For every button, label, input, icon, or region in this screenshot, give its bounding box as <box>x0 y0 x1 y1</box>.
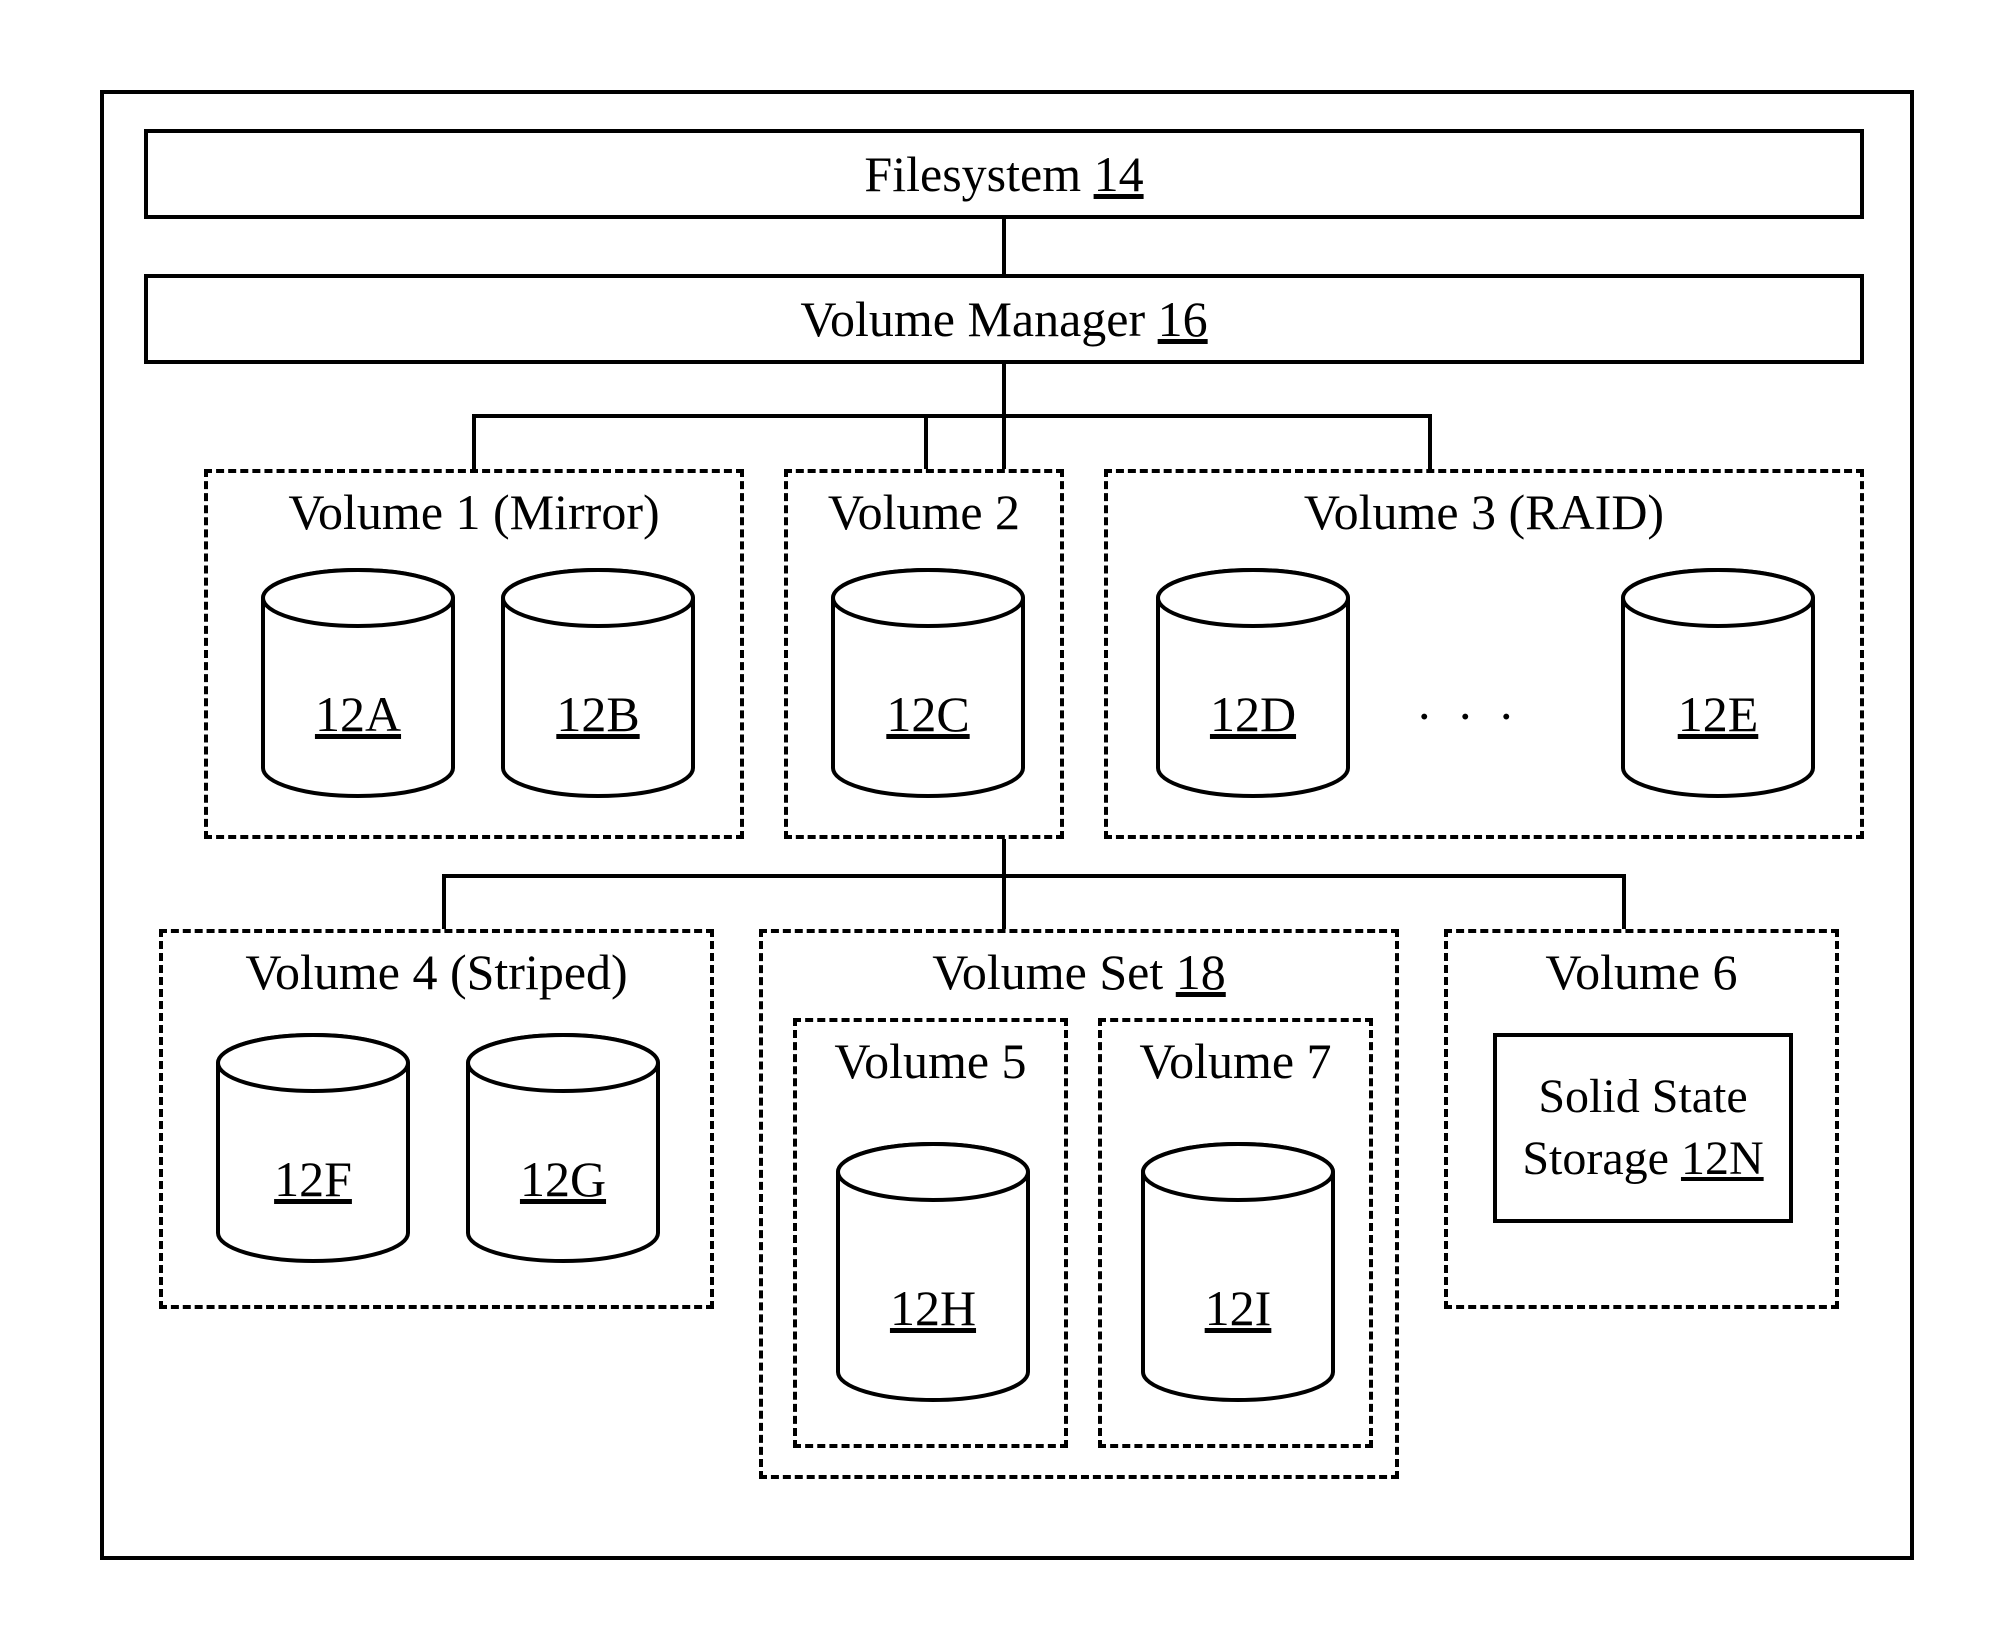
volume-6-box: Volume 6 Solid State Storage 12N <box>1444 929 1839 1309</box>
volume-5-title: Volume 5 <box>797 1032 1064 1090</box>
vset-label: Volume Set <box>932 944 1163 1000</box>
connector-to-v1 <box>472 414 476 469</box>
volume-3-title: Volume 3 (RAID) <box>1108 483 1860 541</box>
volume-1-title: Volume 1 (Mirror) <box>208 483 740 541</box>
volume-set-box: Volume Set 18 Volume 5 12H Volume 7 12I <box>759 929 1399 1479</box>
disk-12i-label: 12I <box>1138 1279 1338 1337</box>
volume-6-title: Volume 6 <box>1448 943 1835 1001</box>
volume-4-title: Volume 4 (Striped) <box>163 943 710 1001</box>
disk-12e: 12E <box>1618 568 1818 798</box>
disk-12h-label: 12H <box>833 1279 1033 1337</box>
volume-4-box: Volume 4 (Striped) 12F 12G <box>159 929 714 1309</box>
disk-12g: 12G <box>463 1033 663 1263</box>
disk-12a: 12A <box>258 568 458 798</box>
connector-upper-bus <box>472 414 1432 418</box>
vm-ref: 16 <box>1158 290 1208 348</box>
volume-5-box: Volume 5 12H <box>793 1018 1068 1448</box>
volume-7-title: Volume 7 <box>1102 1032 1369 1090</box>
connector-fs-vm <box>1002 219 1006 274</box>
volume-2-box: Volume 2 12C <box>784 469 1064 839</box>
connector-to-v2 <box>924 414 928 469</box>
disk-12b: 12B <box>498 568 698 798</box>
disk-12f: 12F <box>213 1033 413 1263</box>
disk-12a-label: 12A <box>258 685 458 743</box>
disk-12i: 12I <box>1138 1142 1338 1402</box>
volume-manager-box: Volume Manager 16 <box>144 274 1864 364</box>
connector-to-v6 <box>1622 874 1626 929</box>
volume-3-box: Volume 3 (RAID) 12D . . . 12E <box>1104 469 1864 839</box>
disk-12e-label: 12E <box>1618 685 1818 743</box>
connector-to-v4 <box>442 874 446 929</box>
disk-12c-label: 12C <box>828 685 1028 743</box>
volume-7-box: Volume 7 12I <box>1098 1018 1373 1448</box>
filesystem-box: Filesystem 14 <box>144 129 1864 219</box>
raid-ellipsis: . . . <box>1418 673 1521 731</box>
vm-label: Volume Manager <box>800 290 1145 348</box>
connector-lower-bus <box>442 874 1626 878</box>
disk-12b-label: 12B <box>498 685 698 743</box>
diagram-frame: Filesystem 14 Volume Manager 16 Volume 1… <box>100 90 1914 1560</box>
volume-set-title: Volume Set 18 <box>763 943 1395 1001</box>
volume-2-title: Volume 2 <box>788 483 1060 541</box>
filesystem-label: Filesystem <box>864 145 1081 203</box>
solid-state-box: Solid State Storage 12N <box>1493 1033 1793 1223</box>
ss-line2: Storage 12N <box>1522 1128 1763 1190</box>
vset-ref: 18 <box>1176 944 1226 1000</box>
volume-1-box: Volume 1 (Mirror) 12A 12B <box>204 469 744 839</box>
connector-to-vset <box>1002 874 1006 929</box>
filesystem-ref: 14 <box>1094 145 1144 203</box>
disk-12h: 12H <box>833 1142 1033 1402</box>
disk-12d-label: 12D <box>1153 685 1353 743</box>
disk-12d: 12D <box>1153 568 1353 798</box>
disk-12c: 12C <box>828 568 1028 798</box>
ss-line2-ref: 12N <box>1681 1132 1764 1185</box>
ss-line2-label: Storage <box>1522 1132 1669 1185</box>
connector-to-v3 <box>1428 414 1432 469</box>
disk-12f-label: 12F <box>213 1150 413 1208</box>
ss-line1: Solid State <box>1538 1066 1747 1128</box>
disk-12g-label: 12G <box>463 1150 663 1208</box>
